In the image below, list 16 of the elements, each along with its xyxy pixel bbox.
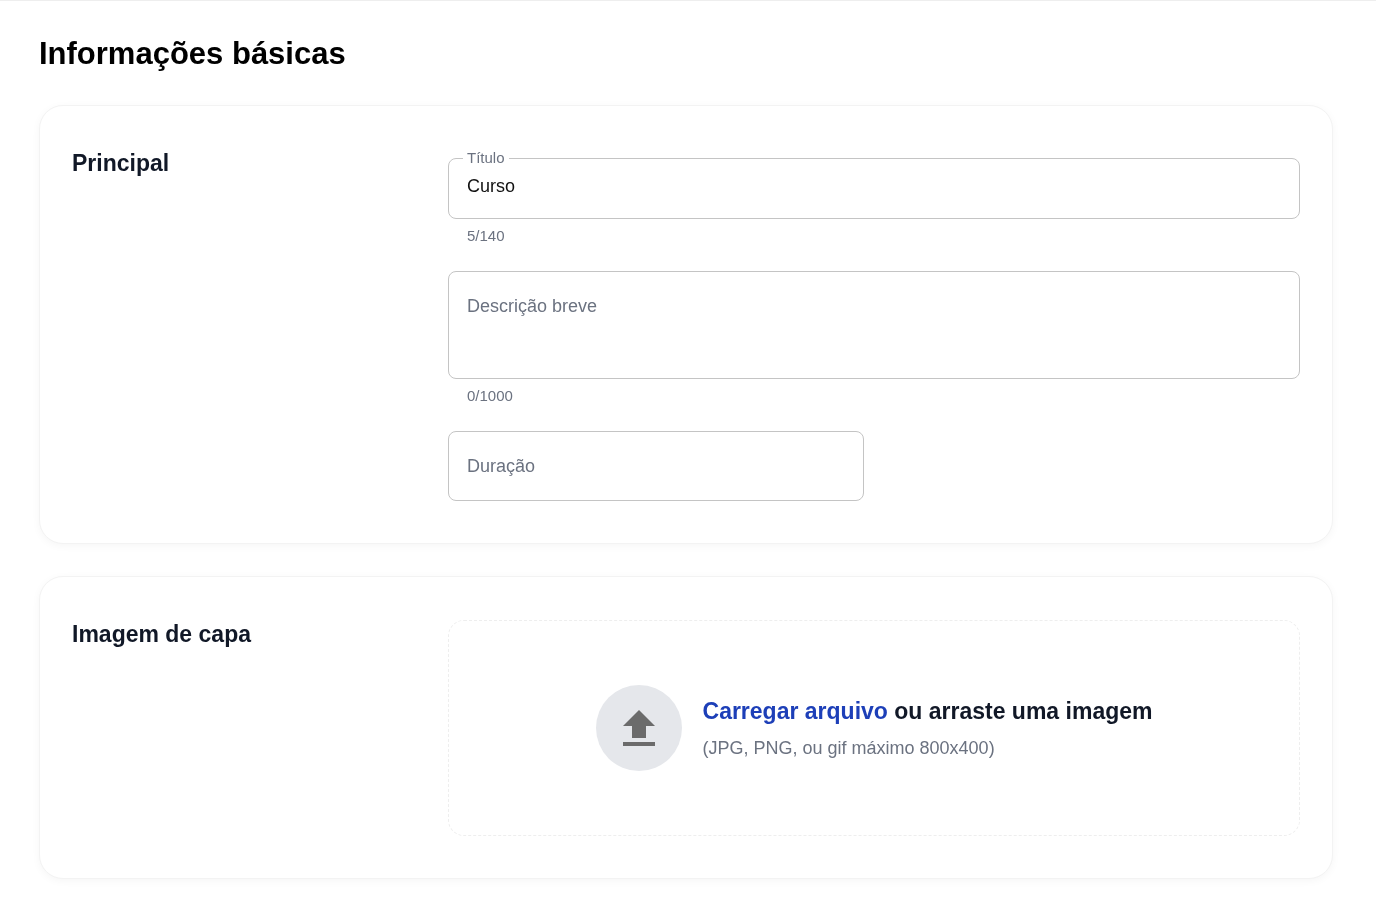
upload-dropzone[interactable]: Carregar arquivo ou arraste uma imagem (JPG, PNG, ou gif máximo 800x400) (448, 620, 1300, 836)
input-field[interactable]: Duração (448, 431, 864, 501)
upload-prompt: Carregar arquivo ou arraste uma imagem (702, 697, 1153, 725)
text-input[interactable]: Curso (467, 173, 1281, 200)
upload-hint: (JPG, PNG, ou gif máximo 800x400) (702, 737, 996, 759)
section-title: Principal (72, 149, 171, 178)
text-input[interactable]: Descrição breve (467, 293, 1281, 320)
text-input[interactable]: Duração (467, 453, 845, 480)
floating-label: Título (466, 149, 506, 167)
input-field[interactable]: Título Curso (448, 149, 1300, 219)
character-counter: 0/1000 (467, 387, 514, 405)
section-title: Imagem de capa (72, 620, 253, 649)
character-counter: 5/140 (467, 227, 506, 245)
input-field[interactable]: Descrição breve (448, 271, 1300, 379)
page-title: Informações básicas (39, 35, 347, 73)
upload-link[interactable]: Carregar arquivo (702, 698, 888, 724)
